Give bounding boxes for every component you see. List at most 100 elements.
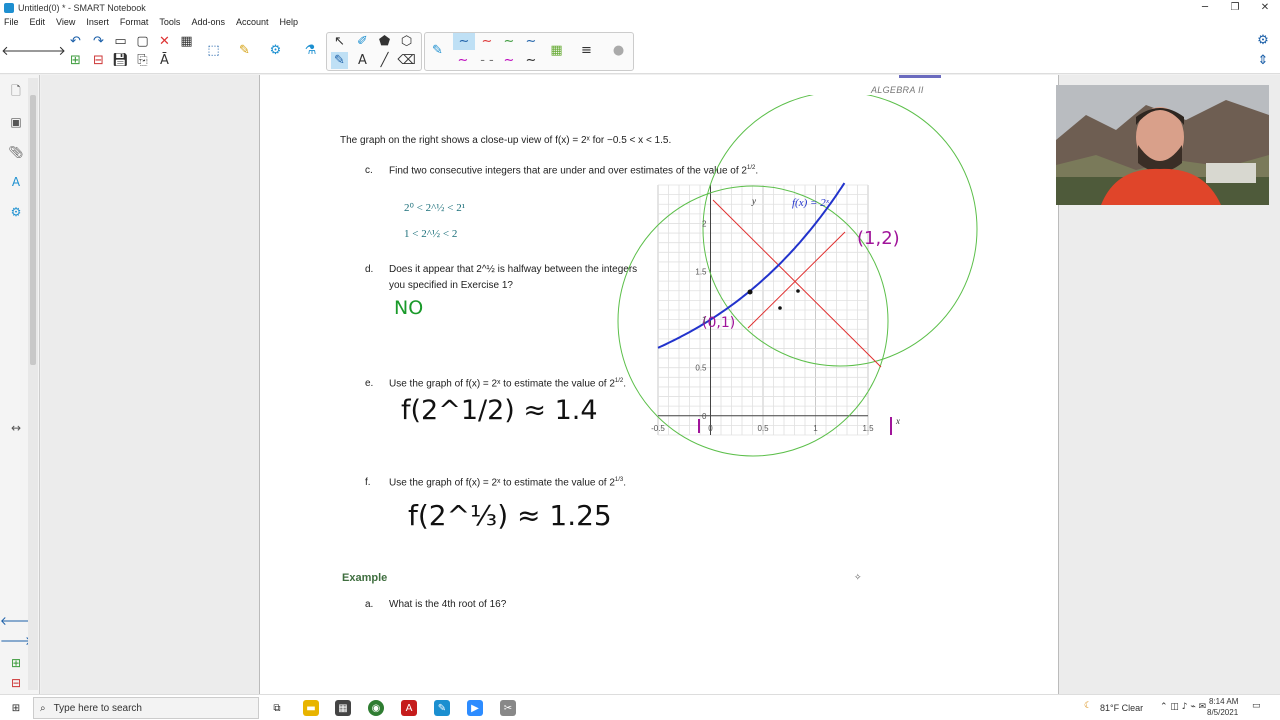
menu-insert[interactable]: Insert bbox=[86, 17, 109, 27]
pen-style-5[interactable]: ∼ bbox=[453, 52, 473, 69]
sidebar-scroll-thumb[interactable] bbox=[30, 95, 36, 365]
pen-tool-icon[interactable]: ✐ bbox=[354, 33, 371, 50]
delete-page-icon[interactable]: ⊟ bbox=[90, 52, 107, 69]
back-icon[interactable]: 🡐 bbox=[1, 42, 36, 59]
item-f-answer: f(2^⅓) ≈ 1.25 bbox=[408, 499, 612, 532]
gallery-icon[interactable]: ✎ bbox=[236, 42, 253, 59]
addons-icon[interactable]: ⚙ bbox=[8, 204, 24, 220]
lab-icon[interactable]: ⚗ bbox=[302, 42, 319, 59]
gallery-tab-icon[interactable]: ▣ bbox=[8, 114, 24, 130]
attachments-icon[interactable]: 📎︎ bbox=[8, 144, 24, 160]
menu-view[interactable]: View bbox=[56, 17, 75, 27]
pen-style-2[interactable]: ∼ bbox=[477, 33, 497, 50]
x-tick-label: -0.5 bbox=[651, 424, 665, 433]
y-tick-label: 0.5 bbox=[695, 364, 707, 373]
pen-style-1[interactable]: ∼ bbox=[453, 33, 475, 50]
pen-type-icon[interactable]: ✎ bbox=[429, 42, 446, 59]
acrobat-icon[interactable]: A bbox=[401, 700, 417, 716]
y-tick-label: 2 bbox=[702, 219, 707, 228]
tray-icons[interactable]: ⌃ ◫ ♪ ⌁ ✉ bbox=[1160, 702, 1206, 712]
item-d-answer: NO bbox=[394, 297, 424, 319]
menu-file[interactable]: File bbox=[4, 17, 19, 27]
move-toolbar-icon[interactable]: ⇕ bbox=[1256, 53, 1270, 68]
pen-active-icon[interactable]: ✎ bbox=[331, 52, 348, 69]
resize-sidebar-icon[interactable]: ↔ bbox=[8, 420, 24, 436]
pen-style-7[interactable]: ∼ bbox=[499, 52, 519, 69]
page-icon[interactable]: ▭ bbox=[112, 33, 129, 50]
snipping-tool-icon[interactable]: ✂ bbox=[500, 700, 516, 716]
shape-tool-icon[interactable]: ⬟ bbox=[376, 33, 393, 50]
paste-icon[interactable]: ⎘ bbox=[134, 52, 151, 69]
taskbar-search[interactable]: ⌕ Type here to search bbox=[33, 697, 259, 719]
item-e-question: Use the graph of f(x) = 2ˣ to estimate t… bbox=[389, 378, 627, 390]
point-label-1-2: (1,2) bbox=[857, 228, 900, 249]
x-tick-label: 0.5 bbox=[757, 424, 769, 433]
search-icon: ⌕ bbox=[40, 702, 46, 714]
example-heading: Example bbox=[342, 572, 388, 584]
weather-icon[interactable]: ☾ bbox=[1084, 701, 1092, 711]
windows-start-icon[interactable]: ⊞ bbox=[8, 700, 24, 716]
transparency-icon[interactable]: ● bbox=[610, 42, 627, 59]
undo-icon[interactable]: ↶ bbox=[67, 33, 84, 50]
document-camera-icon[interactable]: ⚙ bbox=[267, 42, 284, 59]
line-width-icon[interactable]: ≡ bbox=[578, 42, 595, 59]
pen-style-4[interactable]: ∼ bbox=[521, 33, 541, 50]
menu-account[interactable]: Account bbox=[236, 17, 269, 27]
clock-time[interactable]: 8:14 AM bbox=[1209, 697, 1238, 706]
smart-notebook-task-icon[interactable]: ✎ bbox=[434, 700, 450, 716]
properties-gear-icon[interactable]: ⚙ bbox=[1256, 33, 1270, 48]
color-palette-icon[interactable]: ▦ bbox=[548, 42, 565, 59]
close-button[interactable]: ✕ bbox=[1250, 2, 1280, 13]
pen-style-8[interactable]: ∼ bbox=[521, 52, 541, 69]
page-sorter-icon[interactable]: 🗋 bbox=[8, 84, 24, 100]
show-hide-icon[interactable]: Ā bbox=[156, 52, 173, 69]
webcam-video bbox=[1056, 85, 1269, 205]
chrome-icon[interactable]: ◉ bbox=[368, 700, 384, 716]
menu-edit[interactable]: Edit bbox=[30, 17, 46, 27]
delete-icon[interactable]: ✕ bbox=[156, 33, 173, 50]
file-explorer-icon[interactable]: ▬ bbox=[303, 700, 319, 716]
pen-style-6[interactable]: - - bbox=[477, 52, 497, 69]
screen-capture-icon[interactable]: ⬚ bbox=[205, 42, 222, 59]
screen-shade-icon[interactable]: ▢ bbox=[134, 33, 151, 50]
table-icon[interactable]: ▦ bbox=[178, 33, 195, 50]
menu-addons[interactable]: Add-ons bbox=[191, 17, 225, 27]
eraser-tool-icon[interactable]: ⌫ bbox=[397, 52, 415, 69]
prev-page-icon[interactable]: 🡐 bbox=[0, 612, 32, 628]
menu-tools[interactable]: Tools bbox=[159, 17, 180, 27]
notifications-icon[interactable]: ▭ bbox=[1252, 701, 1261, 711]
minimize-button[interactable]: ─ bbox=[1190, 2, 1220, 13]
task-view-icon[interactable]: ⧉ bbox=[269, 700, 285, 716]
weather-text[interactable]: 81°F Clear bbox=[1100, 703, 1143, 713]
menu-help[interactable]: Help bbox=[280, 17, 299, 27]
menu-bar: File Edit View Insert Format Tools Add-o… bbox=[0, 15, 1280, 29]
add-page-icon[interactable]: ⊞ bbox=[67, 52, 84, 69]
taskbar: ⊞ ⌕ Type here to search ⧉ ▬ ▦ ◉ A ✎ ▶ ✂ … bbox=[0, 694, 1280, 720]
item-f-question: Use the graph of f(x) = 2ˣ to estimate t… bbox=[389, 477, 627, 489]
fill-tool-icon[interactable]: ⬡ bbox=[398, 33, 415, 50]
line-tool-icon[interactable]: ╱ bbox=[376, 52, 393, 69]
maximize-button[interactable]: ❐ bbox=[1220, 2, 1250, 13]
add-page-side-icon[interactable]: ⊞ bbox=[8, 655, 24, 671]
zoom-icon[interactable]: ▶ bbox=[467, 700, 483, 716]
forward-icon[interactable]: 🡒 bbox=[31, 42, 66, 59]
example-a-question: What is the 4th root of 16? bbox=[389, 599, 507, 610]
delete-page-side-icon[interactable]: ⊟ bbox=[8, 675, 24, 691]
header-bar bbox=[899, 75, 941, 78]
next-page-icon[interactable]: 🡒 bbox=[0, 632, 32, 648]
select-tool-icon[interactable]: ↖ bbox=[331, 33, 348, 50]
redo-icon[interactable]: ↷ bbox=[90, 33, 107, 50]
text-tool-icon[interactable]: A bbox=[354, 52, 371, 69]
properties-icon[interactable]: A bbox=[8, 174, 24, 190]
secant-line-down bbox=[712, 199, 882, 368]
menu-format[interactable]: Format bbox=[120, 17, 149, 27]
exponential-graph: f(x) = 2ˣ (1,2) (0,1) y x 2 1.5 1 0.5 0 -0.5 0… bbox=[617, 95, 978, 457]
pen-style-3[interactable]: ∼ bbox=[499, 33, 519, 50]
x-tick-label: 1 bbox=[813, 424, 818, 433]
calculator-icon[interactable]: ▦ bbox=[335, 700, 351, 716]
y-tick-label: 1 bbox=[702, 316, 707, 325]
clock-date[interactable]: 8/5/2021 bbox=[1207, 708, 1238, 717]
toolbar: 🡐 🡒 ↶ ↷ ▭ ▢ ✕ ▦ ⊞ ⊟ 💾︎ ⎘ Ā ⬚ ✎ ⚙ ⚗ ↖ ✐ ⬟… bbox=[0, 29, 1280, 74]
save-icon[interactable]: 💾︎ bbox=[112, 52, 129, 69]
x-tick-label: 0 bbox=[708, 424, 713, 433]
